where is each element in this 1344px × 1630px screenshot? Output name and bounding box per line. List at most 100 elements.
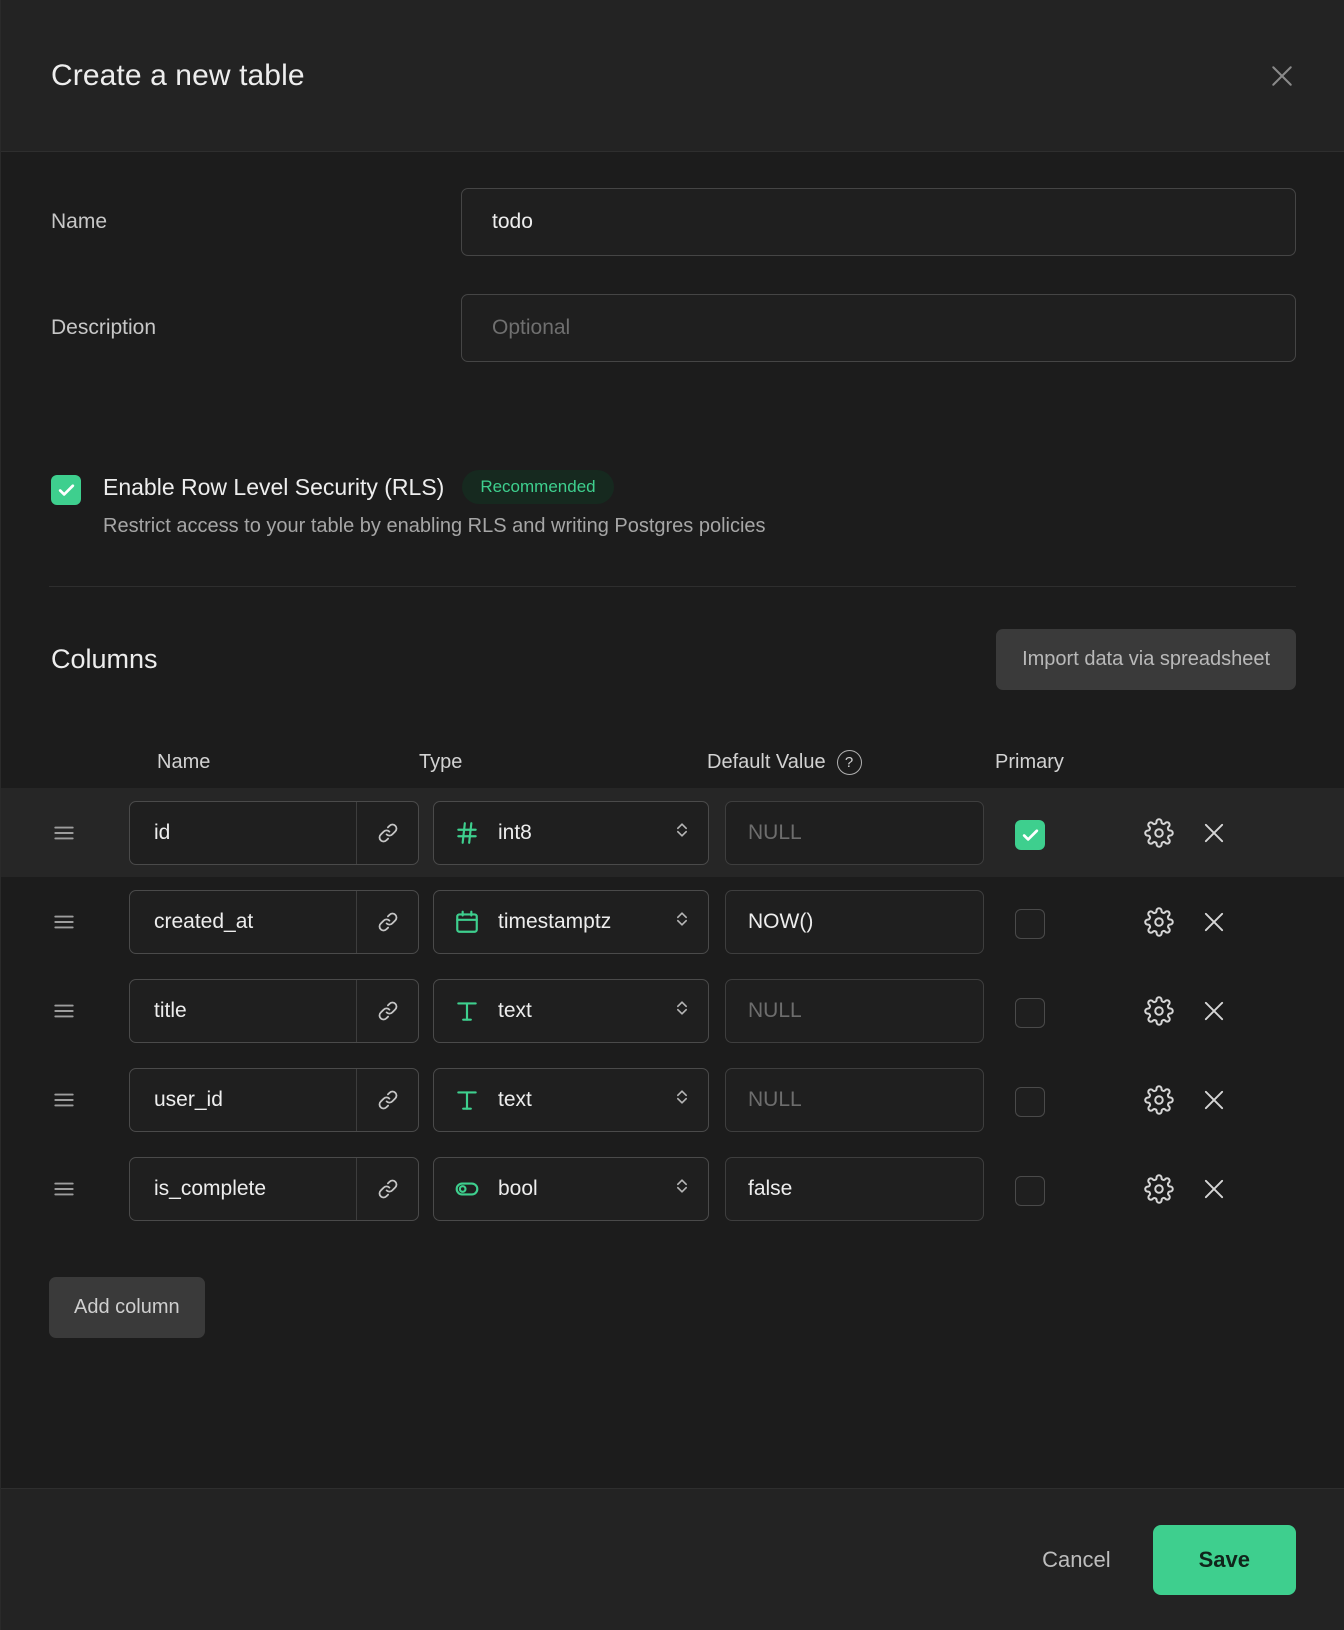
column-type-select[interactable]: timestamptz	[433, 889, 709, 954]
column-actions	[1130, 906, 1228, 937]
column-primary-cell	[984, 1171, 1130, 1206]
chevron-updown-icon	[672, 1087, 692, 1112]
gear-icon[interactable]	[1144, 1173, 1174, 1204]
save-button[interactable]: Save	[1152, 1524, 1296, 1595]
column-name-input[interactable]: id	[130, 821, 356, 845]
columns-table-header: Name Type Default Value ? Primary	[1, 736, 1344, 788]
column-type-label: bool	[498, 1176, 538, 1200]
column-type-select[interactable]: bool	[433, 1156, 709, 1221]
col-header-name: Name	[157, 750, 211, 773]
column-primary-checkbox[interactable]	[1015, 998, 1045, 1028]
column-default-input[interactable]: NOW()	[725, 889, 984, 954]
column-default-input[interactable]: NULL	[725, 800, 984, 865]
column-primary-cell	[984, 904, 1130, 939]
remove-icon[interactable]	[1200, 1175, 1228, 1203]
remove-icon[interactable]	[1200, 819, 1228, 847]
table-row: title text NULL	[1, 966, 1344, 1055]
name-field-row: Name todo	[1, 188, 1344, 256]
drag-handle-icon[interactable]	[51, 1087, 129, 1113]
remove-icon[interactable]	[1200, 997, 1228, 1025]
remove-icon[interactable]	[1200, 1086, 1228, 1114]
column-default-input[interactable]: NULL	[725, 978, 984, 1043]
table-name-input[interactable]: todo	[461, 188, 1296, 256]
column-name-input[interactable]: created_at	[130, 910, 356, 934]
table-row: is_complete bool false	[1, 1144, 1344, 1233]
link-icon[interactable]	[356, 1068, 418, 1131]
help-icon[interactable]: ?	[836, 749, 862, 775]
table-row: id int8 NULL	[1, 788, 1344, 877]
panel-header: Create a new table	[1, 0, 1344, 152]
drag-handle-icon[interactable]	[51, 909, 129, 935]
column-primary-cell	[984, 1082, 1130, 1117]
column-actions	[1130, 1173, 1228, 1204]
columns-rows: id int8 NULL created_at timestamptz NOW() titl…	[1, 788, 1344, 1233]
link-icon[interactable]	[356, 1157, 418, 1220]
gear-icon[interactable]	[1144, 906, 1174, 937]
column-name-input[interactable]: title	[130, 999, 356, 1023]
remove-icon[interactable]	[1200, 908, 1228, 936]
column-name-field[interactable]: is_complete	[129, 1156, 419, 1221]
column-name-input[interactable]: user_id	[130, 1088, 356, 1112]
columns-title: Columns	[51, 644, 158, 674]
column-name-field[interactable]: id	[129, 800, 419, 865]
column-primary-checkbox[interactable]	[1015, 1087, 1045, 1117]
column-default-input[interactable]: NULL	[725, 1067, 984, 1132]
column-type-label: text	[498, 998, 532, 1022]
rls-description: Restrict access to your table by enablin…	[103, 515, 766, 537]
chevron-updown-icon	[672, 820, 692, 845]
columns-header: Columns Import data via spreadsheet	[1, 587, 1344, 690]
import-spreadsheet-button[interactable]: Import data via spreadsheet	[996, 629, 1296, 690]
rls-checkbox[interactable]	[51, 475, 81, 505]
column-actions	[1130, 995, 1228, 1026]
rls-section: Enable Row Level Security (RLS) Recommen…	[1, 400, 1344, 538]
col-header-default-value-label: Default Value	[707, 750, 826, 773]
column-name-field[interactable]: created_at	[129, 889, 419, 954]
panel-body: Name todo Description Optional Enable Ro…	[1, 152, 1344, 1488]
column-type-label: int8	[498, 820, 532, 844]
rls-title: Enable Row Level Security (RLS)	[103, 473, 445, 500]
table-row: created_at timestamptz NOW()	[1, 877, 1344, 966]
col-header-default-value: Default Value ?	[707, 749, 995, 775]
create-table-panel: Create a new table Name todo Description…	[0, 0, 1344, 1630]
column-name-field[interactable]: title	[129, 978, 419, 1043]
drag-handle-icon[interactable]	[51, 1176, 129, 1202]
gear-icon[interactable]	[1144, 1084, 1174, 1115]
column-type-select[interactable]: text	[433, 978, 709, 1043]
toggle-icon	[454, 1176, 480, 1202]
column-primary-checkbox[interactable]	[1015, 820, 1045, 850]
calendar-icon	[454, 909, 480, 935]
col-header-primary: Primary	[995, 750, 1064, 773]
chevron-updown-icon	[672, 998, 692, 1023]
link-icon[interactable]	[356, 890, 418, 953]
drag-handle-icon[interactable]	[51, 998, 129, 1024]
column-name-input[interactable]: is_complete	[130, 1177, 356, 1201]
rls-recommended-badge: Recommended	[462, 470, 614, 504]
column-type-select[interactable]: int8	[433, 800, 709, 865]
column-type-select[interactable]: text	[433, 1067, 709, 1132]
text-icon	[454, 998, 480, 1024]
add-column-button[interactable]: Add column	[49, 1277, 205, 1338]
column-primary-checkbox[interactable]	[1015, 1176, 1045, 1206]
table-row: user_id text NULL	[1, 1055, 1344, 1144]
cancel-button[interactable]: Cancel	[1032, 1533, 1120, 1587]
link-icon[interactable]	[356, 801, 418, 864]
column-primary-cell	[984, 815, 1130, 850]
gear-icon[interactable]	[1144, 817, 1174, 848]
close-icon[interactable]	[1262, 56, 1302, 96]
column-actions	[1130, 817, 1228, 848]
chevron-updown-icon	[672, 1176, 692, 1201]
column-primary-checkbox[interactable]	[1015, 909, 1045, 939]
drag-handle-icon[interactable]	[51, 820, 129, 846]
gear-icon[interactable]	[1144, 995, 1174, 1026]
add-column-wrap: Add column	[1, 1233, 1344, 1338]
column-type-label: timestamptz	[498, 909, 612, 933]
name-label: Name	[51, 210, 108, 233]
column-default-input[interactable]: false	[725, 1156, 984, 1221]
chevron-updown-icon	[672, 909, 692, 934]
panel-footer: Cancel Save	[1, 1488, 1344, 1630]
table-description-input[interactable]: Optional	[461, 294, 1296, 362]
text-icon	[454, 1087, 480, 1113]
column-name-field[interactable]: user_id	[129, 1067, 419, 1132]
link-icon[interactable]	[356, 979, 418, 1042]
column-primary-cell	[984, 993, 1130, 1028]
